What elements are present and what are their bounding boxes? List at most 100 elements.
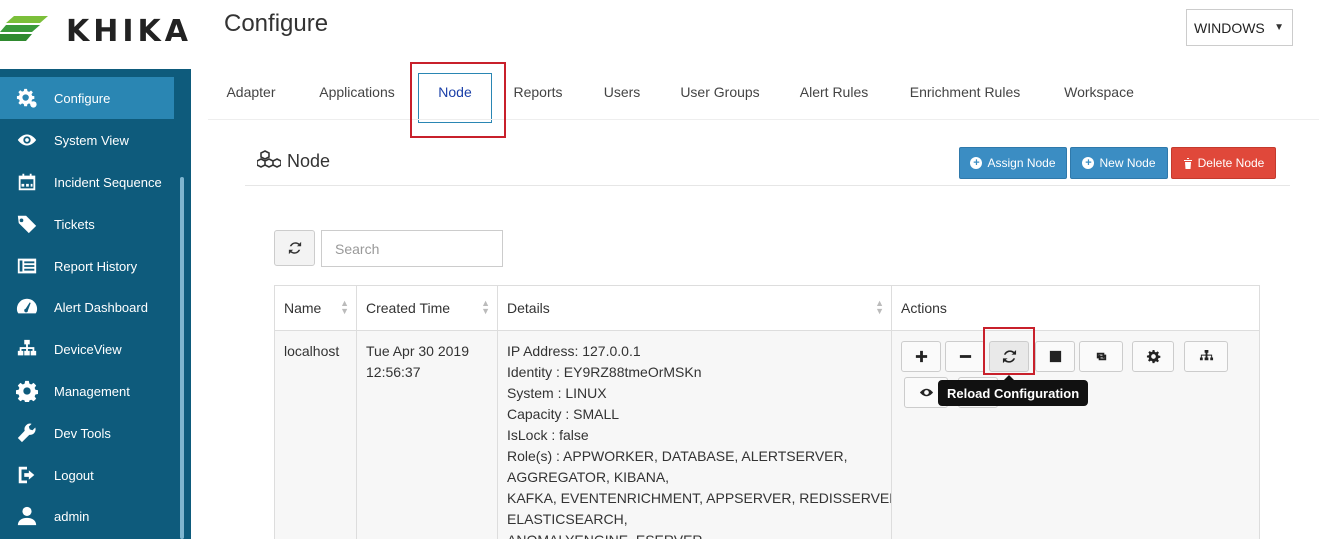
calendar-icon bbox=[0, 171, 54, 193]
detail-line: IP Address: 127.0.0.1 bbox=[507, 343, 641, 359]
assign-node-label: Assign Node bbox=[987, 156, 1056, 170]
cell-name: localhost bbox=[275, 331, 357, 539]
column-header-name[interactable]: Name ▲ ▼ bbox=[275, 286, 357, 330]
tab-applications[interactable]: Applications bbox=[306, 63, 408, 120]
list-icon bbox=[0, 255, 54, 277]
header-label: Created Time bbox=[366, 300, 451, 316]
tab-alert-rules[interactable]: Alert Rules bbox=[790, 63, 878, 120]
sidebar-item-label: Dev Tools bbox=[54, 425, 111, 441]
wrench-icon bbox=[0, 422, 54, 444]
sidebar-item-label: Alert Dashboard bbox=[54, 299, 148, 315]
delete-node-label: Delete Node bbox=[1197, 156, 1265, 170]
sidebar-item-label: DeviceView bbox=[54, 341, 122, 357]
gear-icon bbox=[0, 87, 54, 109]
sidebar-item-tickets[interactable]: Tickets bbox=[0, 203, 174, 245]
header-label: Actions bbox=[901, 300, 947, 316]
reload-configuration-button[interactable] bbox=[989, 341, 1029, 372]
sidebar: Configure System View Incident Sequence … bbox=[0, 69, 191, 539]
new-node-button[interactable]: + New Node bbox=[1070, 147, 1168, 179]
sitemap-icon bbox=[1199, 349, 1213, 361]
logout-icon bbox=[0, 464, 54, 486]
detail-line: Identity : EY9RZ88tmeOrMSKn bbox=[507, 364, 702, 380]
section-title-text: Node bbox=[287, 150, 331, 171]
sidebar-item-label: Incident Sequence bbox=[54, 174, 162, 190]
sidebar-item-incident-sequence[interactable]: Incident Sequence bbox=[0, 161, 174, 203]
tab-node[interactable]: Node bbox=[418, 63, 492, 120]
settings-action-button[interactable] bbox=[1132, 341, 1174, 372]
column-header-actions: Actions bbox=[892, 286, 1259, 330]
sidebar-item-admin[interactable]: admin bbox=[0, 495, 174, 537]
sidebar-item-label: Tickets bbox=[54, 216, 95, 232]
plus-circle-icon: + bbox=[1082, 157, 1095, 169]
tab-reports[interactable]: Reports bbox=[504, 63, 572, 120]
new-node-label: New Node bbox=[1099, 156, 1156, 170]
tab-enrichment-rules[interactable]: Enrichment Rules bbox=[900, 63, 1030, 120]
sidebar-item-report-history[interactable]: Report History bbox=[0, 245, 174, 287]
cell-details: IP Address: 127.0.0.1 Identity : EY9RZ88… bbox=[498, 331, 892, 539]
refresh-button[interactable] bbox=[274, 230, 315, 266]
os-select[interactable]: WINDOWS ▼ bbox=[1186, 9, 1293, 46]
eye-icon bbox=[0, 129, 54, 151]
detail-line: System : LINUX bbox=[507, 385, 607, 401]
detail-line: ELASTICSEARCH, bbox=[507, 511, 628, 527]
share-action-button[interactable] bbox=[1035, 341, 1075, 372]
tab-bar: Adapter Applications Node Reports Users … bbox=[208, 63, 1319, 120]
logo-mark-icon bbox=[0, 16, 48, 41]
tag-icon bbox=[0, 213, 54, 235]
node-table: Name ▲ ▼ Created Time ▲ ▼ Details ▲ ▼ Actio… bbox=[274, 285, 1260, 539]
detail-line: ANOMALYENGINE, ESERVER bbox=[507, 530, 882, 539]
delete-node-button[interactable]: Delete Node bbox=[1171, 147, 1276, 179]
tab-adapter[interactable]: Adapter bbox=[208, 63, 294, 120]
sidebar-item-label: Configure bbox=[54, 90, 111, 106]
sort-icon: ▲ ▼ bbox=[481, 298, 490, 316]
plus-circle-icon: + bbox=[970, 157, 983, 169]
section-title: Node bbox=[257, 150, 330, 172]
tab-users[interactable]: Users bbox=[588, 63, 656, 120]
gear-icon bbox=[1146, 349, 1160, 364]
sidebar-item-label: admin bbox=[54, 508, 90, 524]
sidebar-item-alert-dashboard[interactable]: Alert Dashboard bbox=[0, 286, 174, 328]
reload-icon bbox=[1002, 349, 1016, 364]
gear-icon bbox=[0, 380, 54, 402]
cubes-icon bbox=[257, 150, 281, 168]
page-title: Configure bbox=[224, 10, 329, 37]
trash-icon bbox=[1183, 157, 1192, 169]
retweet-action-button[interactable] bbox=[1079, 341, 1123, 372]
tab-workspace[interactable]: Workspace bbox=[1054, 63, 1144, 120]
column-header-created-time[interactable]: Created Time ▲ ▼ bbox=[357, 286, 498, 330]
user-icon bbox=[0, 505, 54, 527]
sidebar-scrollbar[interactable] bbox=[180, 177, 184, 539]
sidebar-item-system-view[interactable]: System View bbox=[0, 119, 174, 161]
detail-line: Capacity : SMALL bbox=[507, 406, 620, 422]
sort-icon: ▲ ▼ bbox=[875, 298, 884, 316]
sidebar-item-configure[interactable]: Configure bbox=[0, 77, 174, 119]
add-action-button[interactable] bbox=[901, 341, 941, 372]
eye-icon bbox=[919, 388, 933, 397]
sidebar-item-label: Management bbox=[54, 383, 130, 399]
logo: KHIKA bbox=[0, 0, 191, 69]
sidebar-item-logout[interactable]: Logout bbox=[0, 454, 174, 496]
column-header-details[interactable]: Details ▲ ▼ bbox=[498, 286, 892, 330]
detail-line: AGGREGATOR, KIBANA, bbox=[507, 469, 670, 485]
sidebar-item-label: Report History bbox=[54, 258, 138, 274]
detail-line: IsLock : false bbox=[507, 427, 589, 443]
sidebar-item-management[interactable]: Management bbox=[0, 370, 174, 412]
sidebar-item-dev-tools[interactable]: Dev Tools bbox=[0, 412, 174, 454]
divider bbox=[245, 185, 1290, 186]
os-select-value: WINDOWS bbox=[1194, 19, 1265, 36]
detail-line: KAFKA, EVENTENRICHMENT, APPSERVER, REDIS… bbox=[507, 490, 892, 506]
hierarchy-action-button[interactable] bbox=[1184, 341, 1228, 372]
app-root: KHIKA Configure System View Incident Seq… bbox=[0, 0, 1319, 539]
assign-node-button[interactable]: + Assign Node bbox=[959, 147, 1067, 179]
sidebar-item-label: System View bbox=[54, 132, 129, 148]
header-label: Name bbox=[284, 300, 322, 316]
tab-user-groups[interactable]: User Groups bbox=[672, 63, 768, 120]
sidebar-item-deviceview[interactable]: DeviceView bbox=[0, 328, 174, 370]
plus-icon bbox=[915, 350, 927, 363]
dashboard-icon bbox=[0, 296, 54, 318]
share-icon bbox=[1049, 350, 1061, 363]
remove-action-button[interactable] bbox=[945, 341, 985, 372]
refresh-icon bbox=[288, 241, 301, 255]
search-input[interactable] bbox=[321, 230, 503, 267]
caret-down-icon: ▼ bbox=[1274, 22, 1284, 33]
